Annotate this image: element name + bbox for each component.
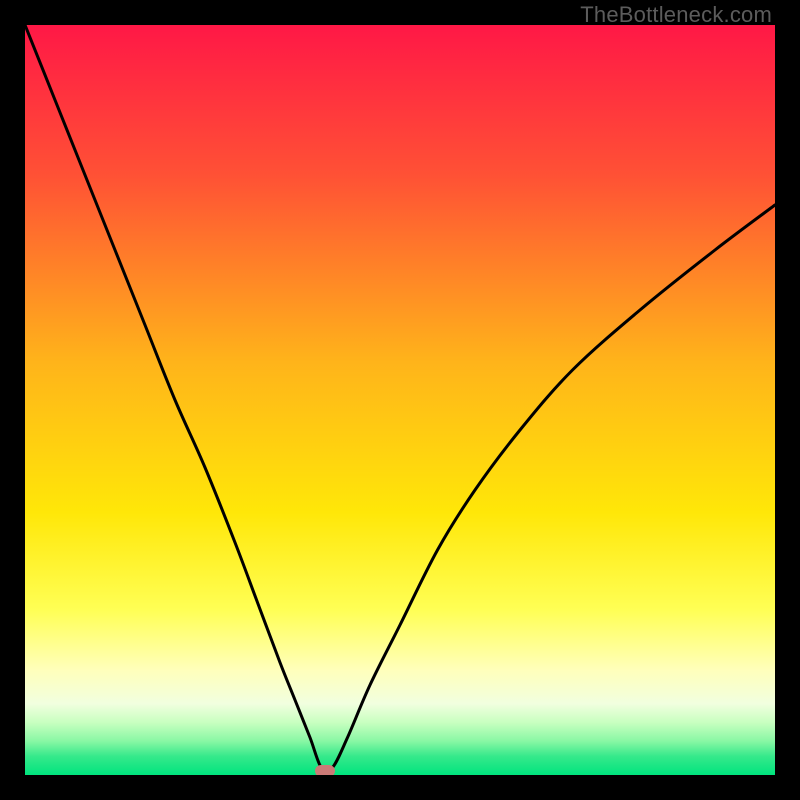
minimum-marker [315,765,335,775]
bottleneck-curve [25,25,775,771]
plot-area [25,25,775,775]
chart-frame: TheBottleneck.com [0,0,800,800]
curve-layer [25,25,775,775]
watermark-text: TheBottleneck.com [580,2,772,28]
